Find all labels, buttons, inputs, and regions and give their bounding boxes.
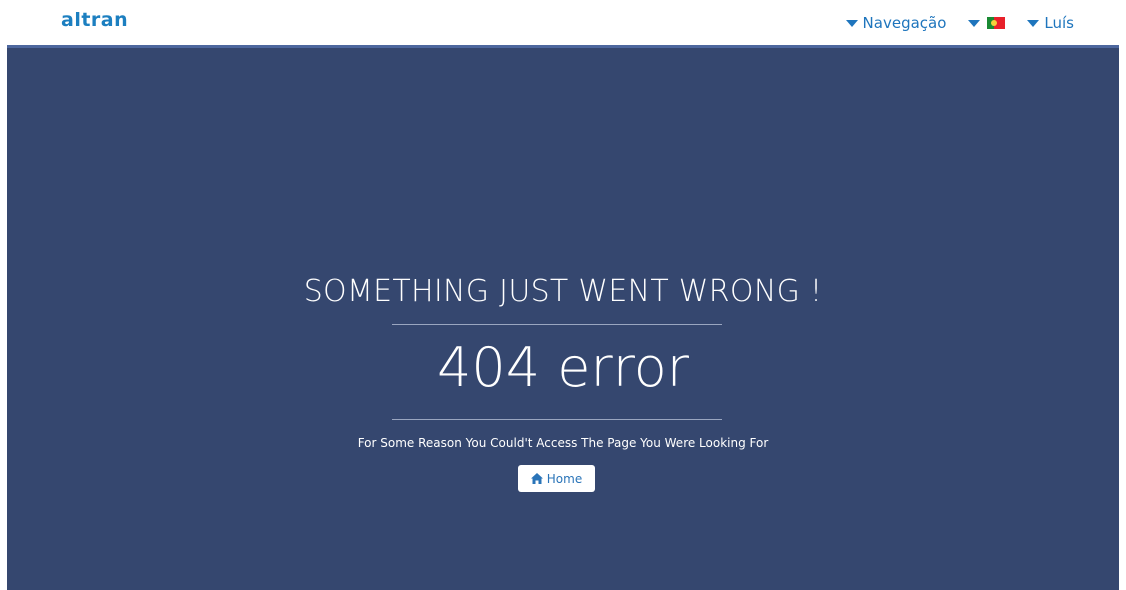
error-headline: SOMETHING JUST WENT WRONG ! bbox=[303, 274, 823, 309]
error-panel: SOMETHING JUST WENT WRONG ! 404 error Fo… bbox=[7, 48, 1119, 590]
home-icon bbox=[530, 473, 543, 484]
navigation-dropdown[interactable]: Navegação bbox=[845, 14, 947, 32]
error-code: 404 error bbox=[437, 336, 689, 399]
caret-down-icon bbox=[845, 19, 858, 27]
top-nav: Navegação Luís bbox=[845, 14, 1074, 32]
portugal-flag-icon bbox=[987, 17, 1006, 29]
home-button[interactable]: Home bbox=[518, 465, 595, 492]
error-message: For Some Reason You Could't Access The P… bbox=[357, 436, 769, 450]
navigation-label: Navegação bbox=[862, 14, 947, 32]
altran-logo[interactable]: altran bbox=[61, 9, 128, 31]
caret-down-icon bbox=[968, 19, 981, 27]
top-bar: altran Navegação Luís bbox=[0, 0, 1126, 46]
home-label: Home bbox=[546, 471, 583, 486]
caret-down-icon bbox=[1027, 19, 1040, 27]
divider-bottom bbox=[392, 419, 722, 420]
divider-top bbox=[392, 324, 722, 325]
user-dropdown[interactable]: Luís bbox=[1027, 14, 1074, 32]
user-label: Luís bbox=[1044, 14, 1074, 32]
language-dropdown[interactable] bbox=[968, 17, 1006, 29]
